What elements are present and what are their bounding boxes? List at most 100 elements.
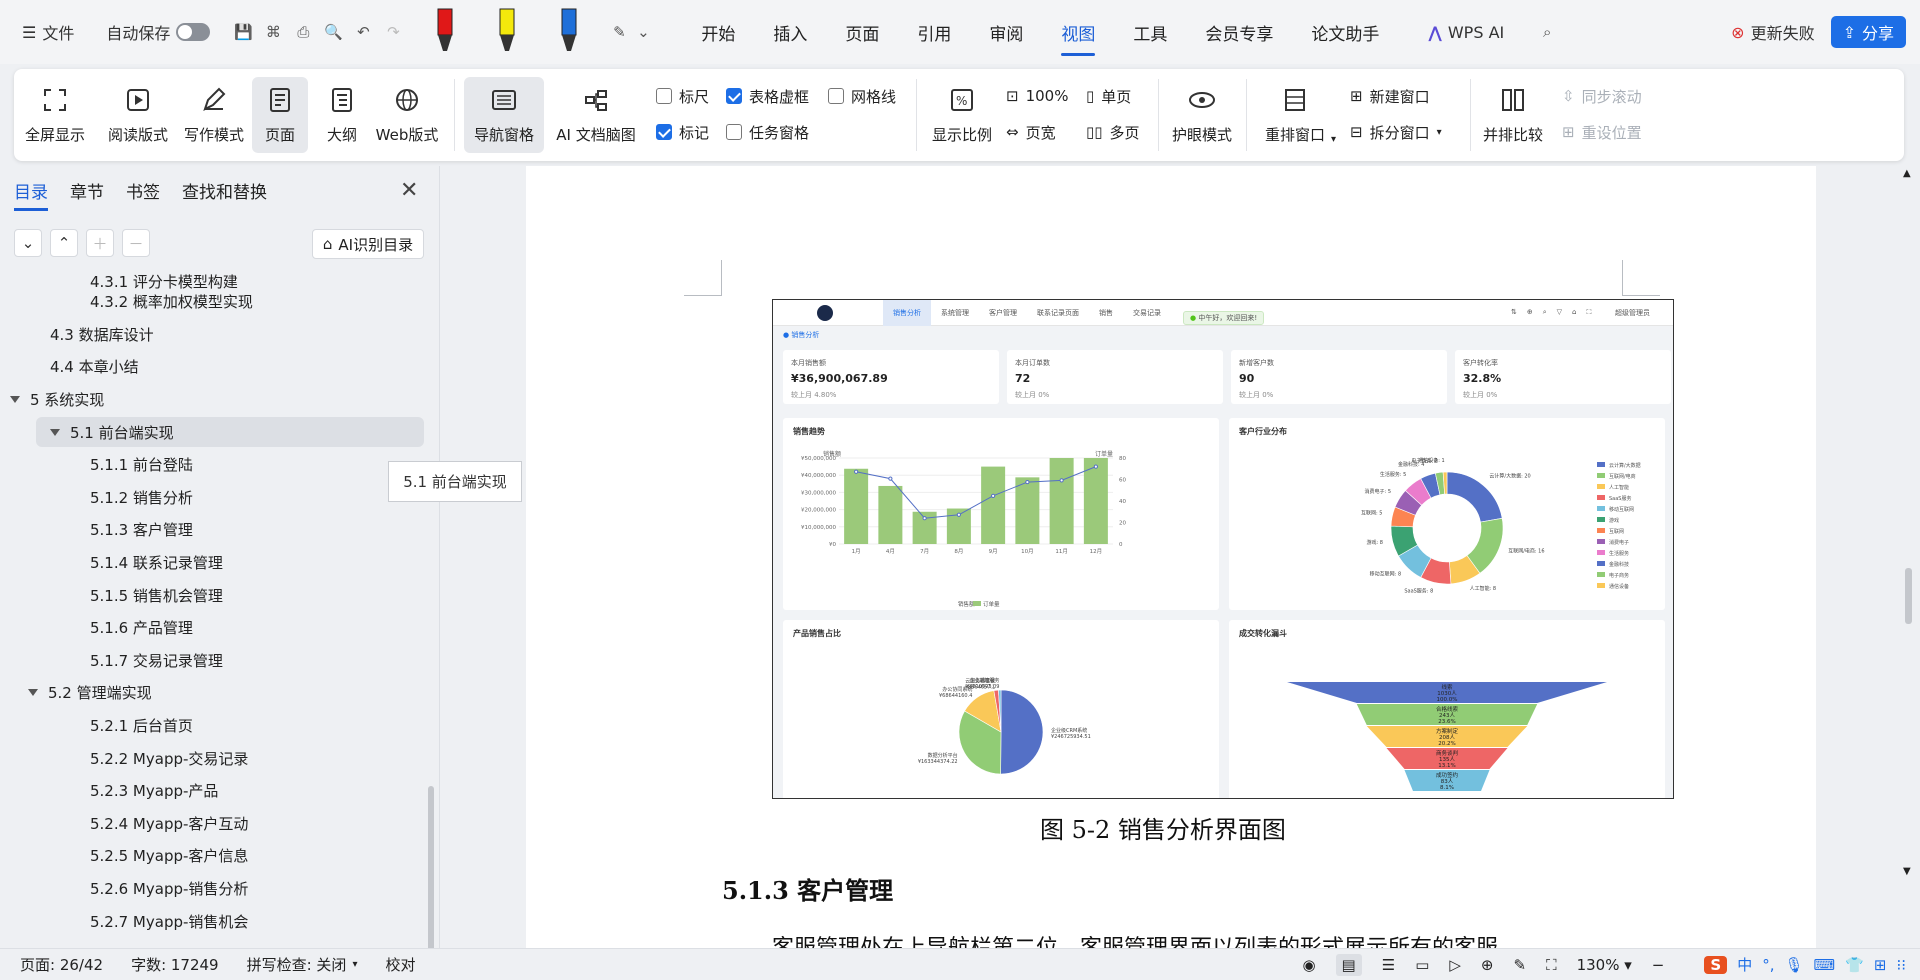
toc-item[interactable]: 5.1.3 客户管理 (90, 515, 193, 545)
outline-icon[interactable]: ☰ (1382, 956, 1395, 974)
page-up-icon[interactable]: ▲ (1903, 168, 1911, 179)
menu-tab-3[interactable]: 引用 (898, 0, 970, 64)
toc-item[interactable]: 5.1.7 交易记录管理 (90, 645, 223, 675)
close-icon[interactable]: ✕ (400, 178, 418, 203)
ai-toc-button[interactable]: ⌂ AI识别目录 (312, 229, 424, 259)
toc-item[interactable]: 5.2.4 Myapp-客户互动 (90, 808, 248, 838)
nav-tab-2[interactable]: 书签 (126, 178, 160, 208)
fit-page-icon[interactable]: ⛶ (1546, 956, 1557, 974)
menu-tab-6[interactable]: 工具 (1114, 0, 1186, 64)
menu-tab-5[interactable]: 视图 (1042, 0, 1114, 64)
menu-tab-8[interactable]: 论文助手 (1292, 0, 1398, 64)
toc-item[interactable]: 4.3.2 概率加权模型实现 (90, 287, 253, 317)
update-failed-button[interactable]: ⊗ 更新失败 (1725, 14, 1820, 50)
collapse-up-button[interactable]: ⌃ (50, 229, 78, 257)
toc-item[interactable]: 5.1.4 联系记录管理 (90, 547, 223, 577)
share-button[interactable]: ⇪ 分享 (1830, 16, 1906, 48)
pen-icon[interactable]: ✎ (604, 17, 634, 47)
app-nav-tab[interactable]: 客户管理 (979, 300, 1027, 326)
app-nav-tab[interactable]: 销售分析 (883, 300, 931, 326)
app-nav-tab[interactable]: 系统管理 (931, 300, 979, 326)
print-icon[interactable]: ⎙ (288, 17, 318, 47)
toc-item[interactable]: 4.4 本章小结 (50, 352, 139, 382)
page-width-button[interactable]: ⇔ 页宽 (1006, 119, 1056, 145)
autosave-toggle[interactable]: 自动保存 (100, 14, 216, 50)
toc-item[interactable]: 5.2.1 后台首页 (90, 710, 193, 740)
toc-item[interactable]: 5.1.2 销售分析 (90, 482, 193, 512)
toc-item[interactable]: 5.1 前台端实现 (36, 417, 424, 447)
ime-chinese-mode[interactable]: 中 (1737, 954, 1752, 975)
toc-item[interactable]: 5 系统实现 (10, 384, 104, 414)
toggle-switch[interactable] (176, 23, 211, 41)
expand-down-button[interactable]: ⌄ (14, 229, 42, 257)
undo-icon[interactable]: ↶ (348, 17, 378, 47)
zoom-100-button[interactable]: ⊡ 100% (1006, 83, 1068, 109)
reset-position-button[interactable]: ⊞ 重设位置 (1562, 119, 1642, 145)
toc-item[interactable]: 5.1.5 销售机会管理 (90, 580, 223, 610)
reading-mode-button[interactable]: 阅读版式 (106, 77, 170, 153)
wps-ai-button[interactable]: ⋀ WPS AI (1422, 14, 1510, 50)
microphone-icon[interactable]: 🎙 (1784, 956, 1803, 974)
reading-icon[interactable]: ▭ (1415, 956, 1429, 974)
file-menu-button[interactable]: ☰ 文件 (16, 14, 80, 50)
sync-scroll-button[interactable]: ⇳ 同步滚动 (1562, 83, 1642, 109)
proofread-button[interactable]: 校对 (371, 954, 429, 975)
search-icon[interactable]: ⌕ (1532, 17, 1562, 47)
app-nav-tab[interactable]: 交易记录 (1123, 300, 1171, 326)
yellow-marker-icon[interactable] (492, 7, 522, 57)
skin-icon[interactable]: 👕 (1845, 956, 1864, 974)
zoom-level[interactable]: 130% ▾ (1577, 956, 1632, 974)
menu-tab-1[interactable]: 插入 (754, 0, 826, 64)
app-nav-tab[interactable]: 销售 (1089, 300, 1123, 326)
chevron-down-icon[interactable]: ⌄ (634, 17, 652, 47)
split-window-button[interactable]: ⊟ 拆分窗口 ▾ (1350, 119, 1442, 145)
expand-triangle-icon[interactable] (10, 395, 20, 403)
page-view-button[interactable]: 页面 (252, 77, 308, 153)
nav-tab-3[interactable]: 查找和替换 (182, 178, 267, 208)
fullscreen-button[interactable]: 全屏显示 (24, 77, 86, 153)
menu-tab-7[interactable]: 会员专享 (1186, 0, 1292, 64)
remove-heading-button[interactable]: － (122, 229, 150, 257)
toc-item[interactable]: 5.2.7 Myapp-销售机会 (90, 906, 248, 936)
page-view-icon[interactable]: ▤ (1335, 953, 1362, 976)
globe-icon[interactable]: ⊕ (1481, 956, 1494, 974)
single-page-button[interactable]: ▯ 单页 (1086, 83, 1131, 109)
print-preview-icon[interactable]: 🔍 (318, 17, 348, 47)
menu-grid-icon[interactable]: ⁝⁝ (1896, 956, 1906, 974)
toc-item[interactable]: 5.2 管理端实现 (28, 678, 152, 708)
gridlines-checkbox[interactable]: 网格线 (828, 83, 896, 109)
punctuation-icon[interactable]: °, (1762, 956, 1774, 974)
format-painter-icon[interactable]: ⌘ (258, 17, 288, 47)
nav-pane-button[interactable]: 导航窗格 (464, 77, 544, 153)
zoom-ratio-button[interactable]: % 显示比例 (928, 77, 996, 153)
redo-icon[interactable]: ↷ (378, 17, 408, 47)
ruler-checkbox[interactable]: 标尺 (656, 83, 709, 109)
table-grid-checkbox[interactable]: 表格虚框 (726, 83, 809, 109)
outline-view-button[interactable]: 大纲 (320, 77, 364, 153)
zoom-out-icon[interactable]: − (1652, 956, 1665, 974)
toc-item[interactable]: 5.2.5 Myapp-客户信息 (90, 841, 248, 871)
eye-icon[interactable]: ◉ (1302, 956, 1315, 974)
blue-marker-icon[interactable] (554, 7, 584, 57)
toc-item[interactable]: 4.3 数据库设计 (50, 319, 154, 349)
grid-icon[interactable]: ⊞ (1874, 956, 1887, 974)
new-window-button[interactable]: ⊞ 新建窗口 (1350, 83, 1430, 109)
toc-item[interactable]: 5.1.1 前台登陆 (90, 450, 193, 480)
save-icon[interactable]: 💾 (228, 17, 258, 47)
menu-tab-0[interactable]: 开始 (682, 0, 754, 64)
menu-tab-2[interactable]: 页面 (826, 0, 898, 64)
word-count[interactable]: 字数: 17249 (117, 954, 233, 975)
nav-tab-0[interactable]: 目录 (14, 178, 48, 211)
keyboard-icon[interactable]: ⌨ (1814, 956, 1836, 974)
nav-tab-1[interactable]: 章节 (70, 178, 104, 208)
expand-triangle-icon[interactable] (50, 428, 60, 436)
red-marker-icon[interactable] (430, 7, 460, 57)
vertical-scrollbar[interactable] (1905, 568, 1912, 624)
marks-checkbox[interactable]: 标记 (656, 119, 709, 145)
toc-item[interactable]: 5.2.2 Myapp-交易记录 (90, 743, 248, 773)
spell-check-toggle[interactable]: 拼写检查: 关闭 ▾ (233, 954, 372, 975)
toc-item[interactable]: 5.1.6 产品管理 (90, 613, 193, 643)
side-by-side-button[interactable]: 并排比较 (1480, 77, 1546, 153)
web-view-button[interactable]: Web版式 (372, 77, 442, 153)
page-count[interactable]: 页面: 26/42 (0, 954, 117, 975)
